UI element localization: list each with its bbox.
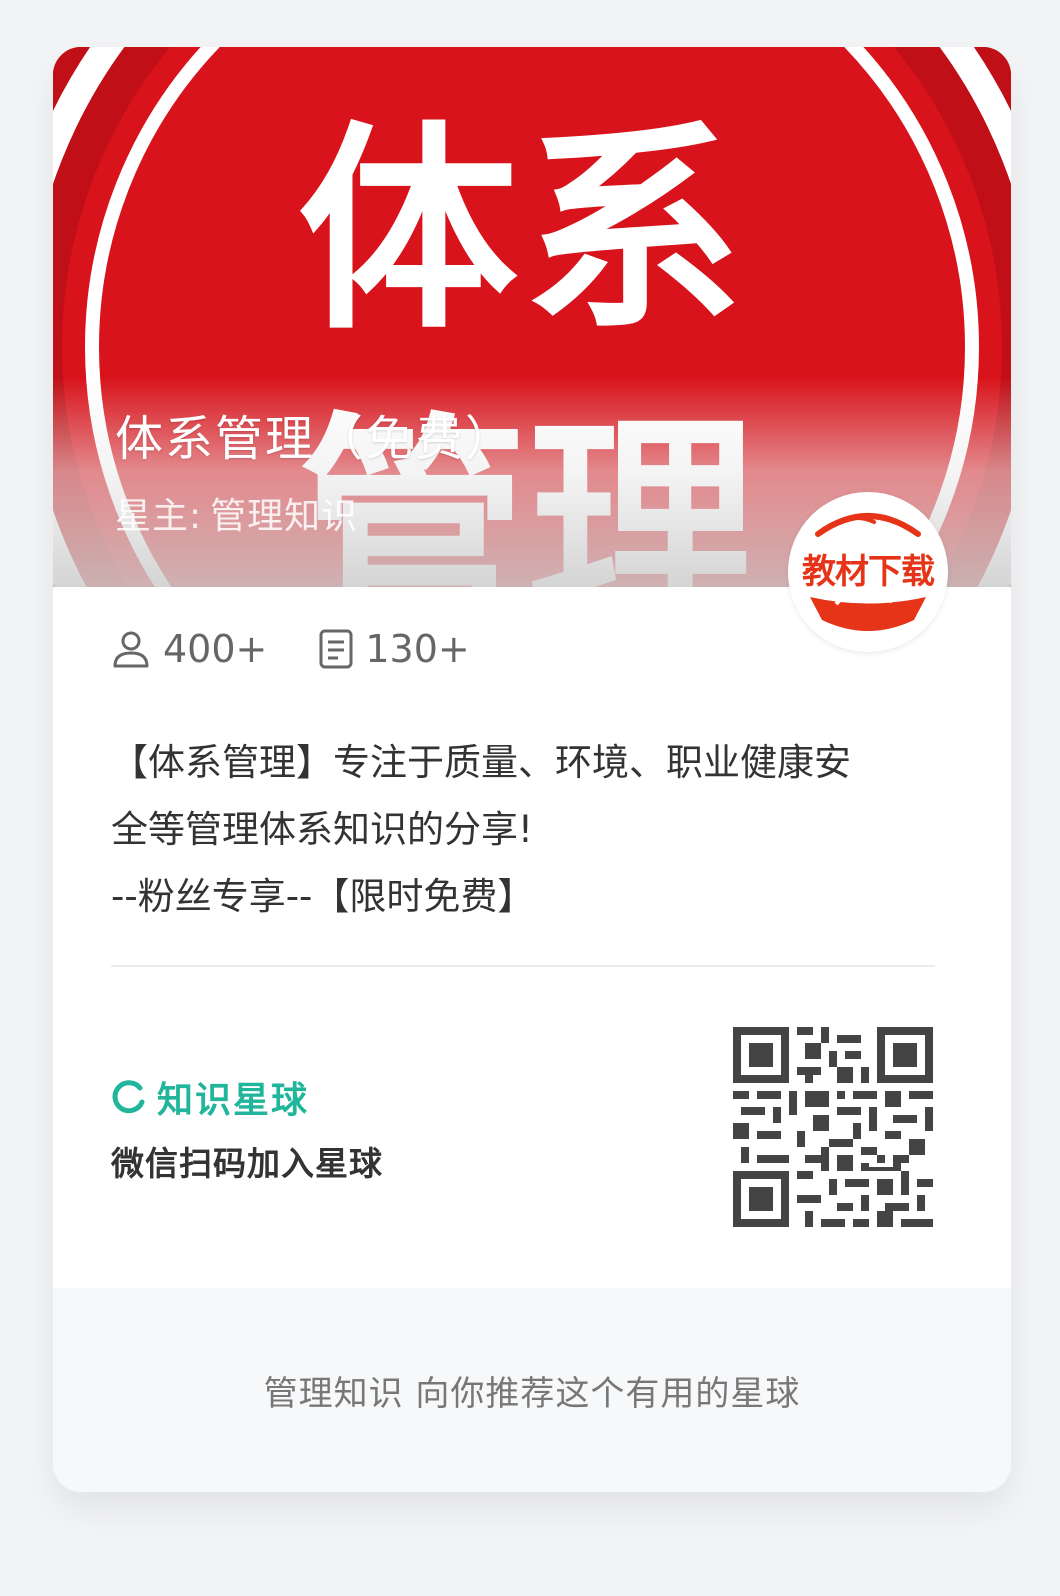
members-stat: 400+ [111,627,267,671]
badge-label: 教材下载 [802,552,935,592]
owner-name: 管理知识 [210,496,359,537]
group-description: 【体系管理】专注于质量、环境、职业健康安 全等管理体系知识的分享! --粉丝专享… [111,729,951,930]
description-line: --粉丝专享--【限时免费】 [111,875,535,918]
members-count: 400+ [163,627,268,671]
scan-tip: 微信扫码加入星球 [111,1144,383,1183]
description-line: 全等管理体系知识的分享! [111,808,533,851]
user-icon [113,631,149,668]
divider [111,965,935,967]
description-line: 【体系管理】专注于质量、环境、职业健康安 [111,741,851,784]
recommend-text: 管理知识 向你推荐这个有用的星球 [263,1373,801,1414]
brand-name: 知识星球 [157,1080,310,1121]
qr-code[interactable] [733,1027,933,1227]
group-stats: 400+ 130+ [111,625,522,673]
group-card: 体 系 管 理 体系管理（免费） 星主:管理知识 教材下载 400+ [53,47,1011,1492]
posts-stat: 130+ [319,627,470,671]
posts-count: 130+ [365,627,470,671]
banner-char-2: 系 [523,103,743,359]
owner-line: 星主: 管理知识 [115,487,366,539]
owner-label: 星主: [115,496,203,537]
planet-logo-icon [112,1080,145,1114]
download-badge: 教材下载 [788,492,948,652]
group-title: 体系管理（免费） [115,411,516,467]
footer: 管理知识 向你推荐这个有用的星球 [53,1288,1011,1492]
banner-char-1: 体 [298,103,518,359]
document-icon [319,629,353,669]
brand-logo: 知识星球 [111,1071,309,1123]
